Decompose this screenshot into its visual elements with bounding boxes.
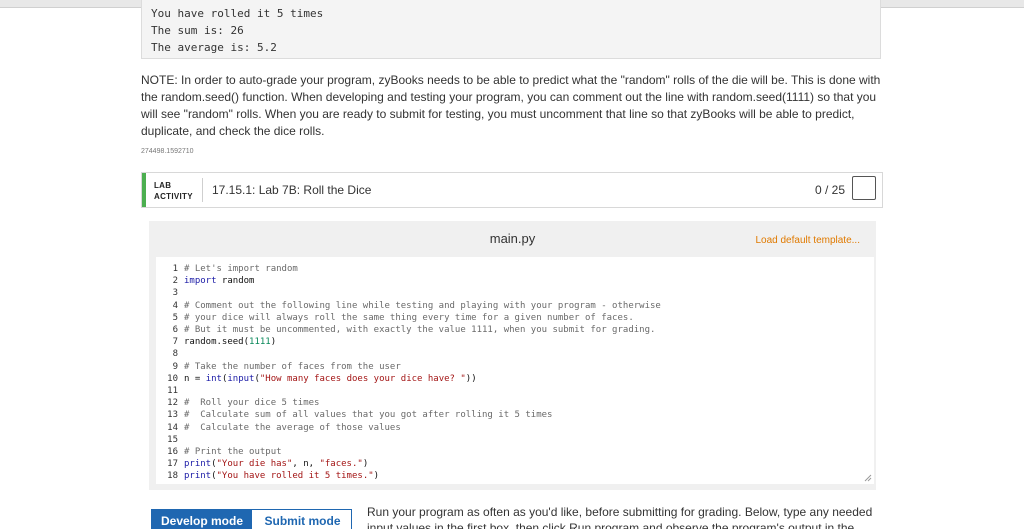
code-line: 14 # Calculate the average of those value… bbox=[156, 422, 401, 434]
code-token: "faces." bbox=[319, 459, 363, 470]
activity-id: 274498.1592710 bbox=[141, 148, 194, 155]
output-line: You have rolled it 5 times bbox=[151, 7, 324, 20]
line-number: 16 bbox=[167, 447, 178, 457]
code-editor-panel: main.py Load default template... 1 # Let'… bbox=[149, 221, 876, 490]
code-token: # Print the output bbox=[184, 447, 282, 457]
code-line: 6 # But it must be uncommented, with exac… bbox=[156, 324, 656, 336]
line-number: 15 bbox=[167, 434, 178, 445]
code-line: 16 # Print the output bbox=[156, 446, 282, 458]
code-token: "You have rolled it 5 times." bbox=[216, 471, 374, 482]
code-line: 15 bbox=[156, 434, 184, 446]
code-token: "How many faces does your dice have? " bbox=[259, 373, 466, 384]
line-number: 12 bbox=[167, 398, 178, 409]
line-number: 8 bbox=[172, 349, 178, 360]
code-line: 9 # Take the number of faces from the use… bbox=[156, 361, 401, 373]
code-line: 1 # Let's import random bbox=[156, 263, 298, 275]
line-number: 7 bbox=[172, 337, 178, 348]
develop-mode-button[interactable]: Develop mode bbox=[152, 510, 252, 529]
code-token: # Take the number of faces from the user bbox=[184, 361, 401, 372]
code-token: # But it must be uncommented, with exact… bbox=[184, 325, 656, 335]
line-number: 18 bbox=[167, 471, 178, 482]
lab-accent-stripe bbox=[142, 173, 146, 207]
line-number: 13 bbox=[167, 410, 178, 421]
line-number: 4 bbox=[172, 300, 178, 311]
code-token: # Calculate the average of those values bbox=[184, 422, 401, 433]
line-number: 1 bbox=[172, 264, 178, 274]
code-line: 11 bbox=[156, 385, 184, 397]
mode-toggle: Develop mode Submit mode bbox=[151, 509, 352, 529]
code-line: 2 import random bbox=[156, 275, 255, 287]
line-number: 14 bbox=[167, 422, 178, 433]
lab-tag-line1: LAB bbox=[154, 181, 172, 190]
lab-divider bbox=[202, 178, 203, 202]
run-instructions: Run your program as often as you'd like,… bbox=[367, 505, 873, 529]
code-token: # your dice will always roll the same th… bbox=[184, 312, 634, 323]
code-token: random.seed( bbox=[184, 337, 250, 348]
code-token: # Calculate sum of all values that you g… bbox=[184, 410, 553, 421]
code-line: 8 bbox=[156, 348, 184, 360]
line-number: 6 bbox=[172, 325, 178, 335]
load-default-template-link[interactable]: Load default template... bbox=[755, 235, 860, 246]
line-number: 3 bbox=[172, 288, 178, 299]
code-token: print bbox=[184, 471, 212, 482]
code-token: ) bbox=[373, 471, 380, 482]
code-line: 10 n = int(input("How many faces does you… bbox=[156, 373, 477, 385]
code-token: # Let's import random bbox=[184, 264, 298, 274]
code-line: 3 bbox=[156, 287, 184, 299]
code-token: ) bbox=[362, 459, 369, 470]
expected-output-box: You have rolled it 5 times The sum is: 2… bbox=[141, 0, 881, 59]
line-number: 9 bbox=[172, 361, 178, 372]
code-token: n = bbox=[184, 373, 206, 384]
code-token: int bbox=[205, 373, 222, 384]
code-line: 17 print("Your die has", n, "faces.") bbox=[156, 458, 368, 470]
code-line: 5 # your dice will always roll the same t… bbox=[156, 312, 634, 324]
code-token: ) bbox=[270, 337, 277, 348]
line-number: 5 bbox=[172, 312, 178, 323]
output-line: The sum is: 26 bbox=[151, 24, 244, 37]
lab-tag-line2: ACTIVITY bbox=[154, 192, 193, 201]
line-number: 11 bbox=[167, 386, 178, 396]
note-paragraph: NOTE: In order to auto-grade your progra… bbox=[141, 73, 881, 138]
code-token: # Comment out the following line while t… bbox=[184, 300, 661, 311]
lab-activity-header: LAB ACTIVITY 17.15.1: Lab 7B: Roll the D… bbox=[141, 172, 883, 208]
lab-activity-tag: LAB ACTIVITY bbox=[154, 180, 193, 202]
code-line: 13 # Calculate sum of all values that you… bbox=[156, 409, 552, 421]
code-line: 4 # Comment out the following line while … bbox=[156, 300, 661, 312]
code-token: , n, bbox=[292, 459, 320, 470]
score-checkbox-icon bbox=[852, 176, 876, 200]
lab-title: 17.15.1: Lab 7B: Roll the Dice bbox=[212, 183, 372, 197]
output-line: The average is: 5.2 bbox=[151, 41, 277, 54]
resize-handle-icon[interactable] bbox=[864, 474, 872, 482]
code-line: 7 random.seed(1111) bbox=[156, 336, 277, 348]
line-number: 17 bbox=[167, 459, 178, 470]
code-token: input bbox=[227, 373, 255, 384]
code-token: print bbox=[184, 459, 212, 470]
code-token: "Your die has" bbox=[216, 459, 293, 470]
line-number: 2 bbox=[172, 276, 178, 287]
code-line: 18 print("You have rolled it 5 times.") bbox=[156, 470, 379, 482]
lab-score: 0 / 25 bbox=[815, 183, 846, 197]
line-number: 10 bbox=[167, 373, 178, 384]
code-token: # Roll your dice 5 times bbox=[184, 398, 320, 409]
code-token: random bbox=[216, 276, 255, 287]
code-line: 12 # Roll your dice 5 times bbox=[156, 397, 319, 409]
code-token: import bbox=[184, 276, 217, 287]
code-token: )) bbox=[465, 373, 477, 384]
code-editor-textarea[interactable]: 1 # Let's import random 2 import random 3 4 # … bbox=[156, 257, 874, 484]
submit-mode-button[interactable]: Submit mode bbox=[252, 510, 351, 529]
code-token: 1111 bbox=[249, 337, 271, 348]
